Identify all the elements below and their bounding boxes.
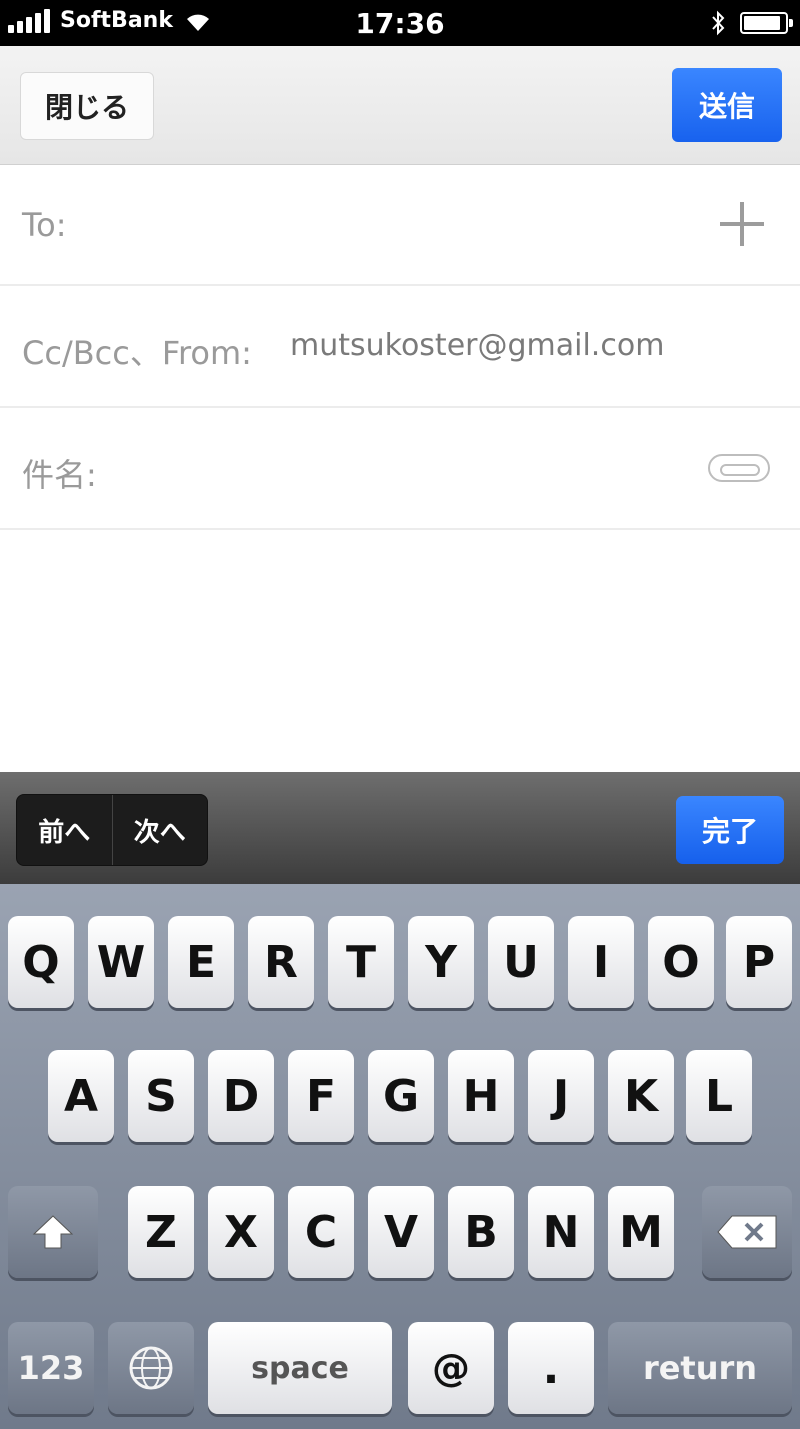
next-button[interactable]: 次へ <box>113 795 208 865</box>
subject-label: 件名: <box>22 456 97 494</box>
dot-key[interactable]: . <box>508 1322 594 1414</box>
prev-button[interactable]: 前へ <box>17 795 113 865</box>
status-bar: SoftBank 17:36 <box>0 0 800 46</box>
key-q[interactable]: Q <box>8 916 74 1008</box>
keyboard-toolbar: 前へ 次へ 完了 <box>0 772 800 884</box>
globe-key[interactable] <box>108 1322 194 1414</box>
attachment-icon[interactable] <box>708 454 770 482</box>
key-o[interactable]: O <box>648 916 714 1008</box>
cc-bcc-from-label: Cc/Bcc、From: <box>22 334 252 372</box>
subject-field[interactable]: 件名: <box>0 408 800 530</box>
key-x[interactable]: X <box>208 1186 274 1278</box>
delete-icon <box>717 1215 777 1249</box>
key-j[interactable]: J <box>528 1050 594 1142</box>
to-input[interactable] <box>90 194 694 256</box>
send-button[interactable]: 送信 <box>672 68 782 142</box>
close-button[interactable]: 閉じる <box>20 72 154 140</box>
compose-navbar: 閉じる 送信 <box>0 46 800 165</box>
key-a[interactable]: A <box>48 1050 114 1142</box>
message-body[interactable] <box>0 530 800 772</box>
to-label: To: <box>22 206 67 244</box>
subject-input[interactable] <box>120 438 684 500</box>
key-p[interactable]: P <box>726 916 792 1008</box>
shift-key[interactable] <box>8 1186 98 1278</box>
key-k[interactable]: K <box>608 1050 674 1142</box>
battery-icon <box>740 12 793 34</box>
key-d[interactable]: D <box>208 1050 274 1142</box>
key-g[interactable]: G <box>368 1050 434 1142</box>
key-t[interactable]: T <box>328 916 394 1008</box>
key-e[interactable]: E <box>168 916 234 1008</box>
to-field[interactable]: To: <box>0 164 800 286</box>
key-m[interactable]: M <box>608 1186 674 1278</box>
key-v[interactable]: V <box>368 1186 434 1278</box>
numbers-key[interactable]: 123 <box>8 1322 94 1414</box>
key-r[interactable]: R <box>248 916 314 1008</box>
key-c[interactable]: C <box>288 1186 354 1278</box>
delete-key[interactable] <box>702 1186 792 1278</box>
return-key[interactable]: return <box>608 1322 792 1414</box>
from-address: mutsukoster@gmail.com <box>290 328 665 363</box>
key-s[interactable]: S <box>128 1050 194 1142</box>
bluetooth-icon <box>712 10 725 36</box>
shift-icon <box>32 1215 74 1249</box>
key-n[interactable]: N <box>528 1186 594 1278</box>
battery-level <box>744 16 780 30</box>
key-z[interactable]: Z <box>128 1186 194 1278</box>
status-right <box>710 9 793 37</box>
key-u[interactable]: U <box>488 916 554 1008</box>
globe-icon <box>129 1346 173 1390</box>
key-w[interactable]: W <box>88 916 154 1008</box>
cc-bcc-from-field[interactable]: Cc/Bcc、From: mutsukoster@gmail.com <box>0 286 800 408</box>
add-contact-icon[interactable] <box>720 202 764 246</box>
key-f[interactable]: F <box>288 1050 354 1142</box>
space-key[interactable]: space <box>208 1322 392 1414</box>
done-button[interactable]: 完了 <box>676 796 784 864</box>
key-y[interactable]: Y <box>408 916 474 1008</box>
at-key[interactable]: @ <box>408 1322 494 1414</box>
key-b[interactable]: B <box>448 1186 514 1278</box>
key-i[interactable]: I <box>568 916 634 1008</box>
key-l[interactable]: L <box>686 1050 752 1142</box>
key-h[interactable]: H <box>448 1050 514 1142</box>
prev-next-segment: 前へ 次へ <box>16 794 208 866</box>
status-time: 17:36 <box>355 7 445 40</box>
keyboard: Q W E R T Y U I O P A S D F G H J K L Z … <box>0 884 800 1429</box>
